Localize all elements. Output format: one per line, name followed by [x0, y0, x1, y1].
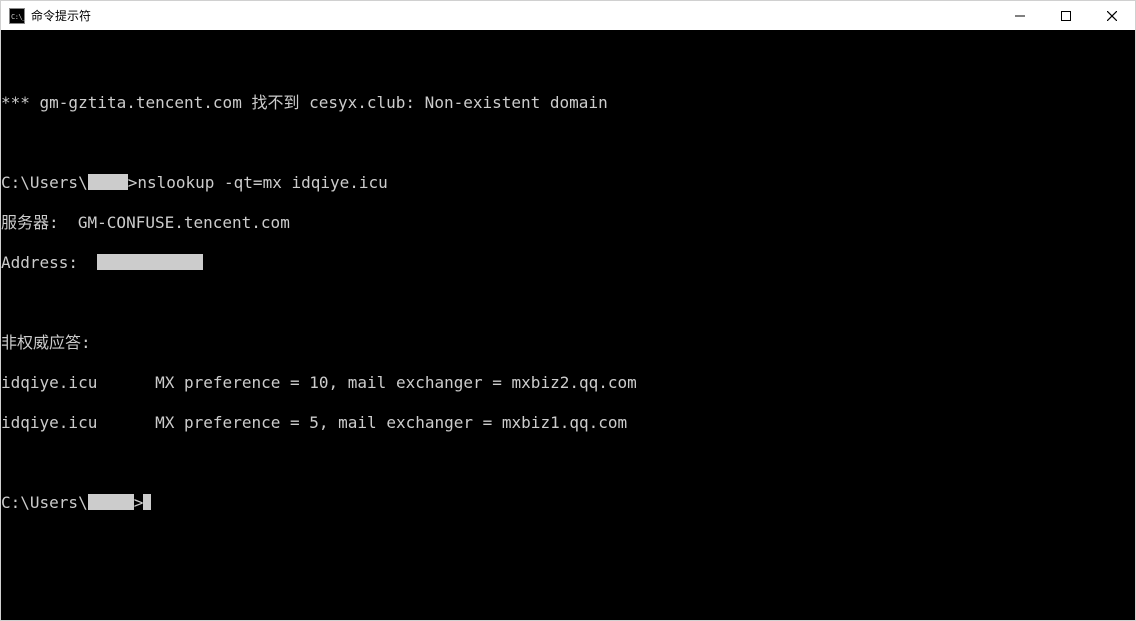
maximize-icon: [1061, 11, 1071, 21]
redacted-username: [88, 494, 134, 510]
address-label: Address:: [1, 253, 97, 272]
prompt-prefix: C:\Users\: [1, 493, 88, 512]
app-icon: C:\_: [9, 8, 25, 24]
close-button[interactable]: [1089, 1, 1135, 30]
titlebar[interactable]: C:\_ 命令提示符: [1, 1, 1135, 31]
mx-record-1: idqiye.icu MX preference = 10, mail exch…: [1, 373, 1135, 393]
prompt-prefix: C:\Users\: [1, 173, 88, 192]
redacted-username: [88, 174, 128, 190]
server-line: 服务器: GM-CONFUSE.tencent.com: [1, 213, 1135, 233]
address-line: Address:: [1, 253, 1135, 273]
window-controls: [997, 1, 1135, 30]
terminal-output[interactable]: *** gm-gztita.tencent.com 找不到 cesyx.club…: [1, 31, 1135, 620]
cmd-icon: C:\_: [9, 8, 25, 24]
cursor: [143, 494, 151, 510]
mx-record-2: idqiye.icu MX preference = 5, mail excha…: [1, 413, 1135, 433]
prompt-suffix: >: [134, 493, 144, 512]
redacted-address: [97, 254, 203, 270]
prompt-line-2: C:\Users\ >: [1, 493, 1135, 513]
prompt-line-1: C:\Users\ >nslookup -qt=mx idqiye.icu: [1, 173, 1135, 193]
minimize-icon: [1015, 11, 1025, 21]
blank-line: [1, 453, 1135, 473]
maximize-button[interactable]: [1043, 1, 1089, 30]
error-line: *** gm-gztita.tencent.com 找不到 cesyx.club…: [1, 93, 1135, 113]
blank-line: [1, 53, 1135, 73]
close-icon: [1107, 11, 1117, 21]
blank-line: [1, 133, 1135, 153]
nonauth-line: 非权威应答:: [1, 333, 1135, 353]
window-title: 命令提示符: [31, 7, 91, 24]
blank-line: [1, 293, 1135, 313]
prompt-command: >nslookup -qt=mx idqiye.icu: [128, 173, 388, 192]
minimize-button[interactable]: [997, 1, 1043, 30]
cmd-window: C:\_ 命令提示符 *** gm-gztita.tencent.com 找不到…: [0, 0, 1136, 621]
